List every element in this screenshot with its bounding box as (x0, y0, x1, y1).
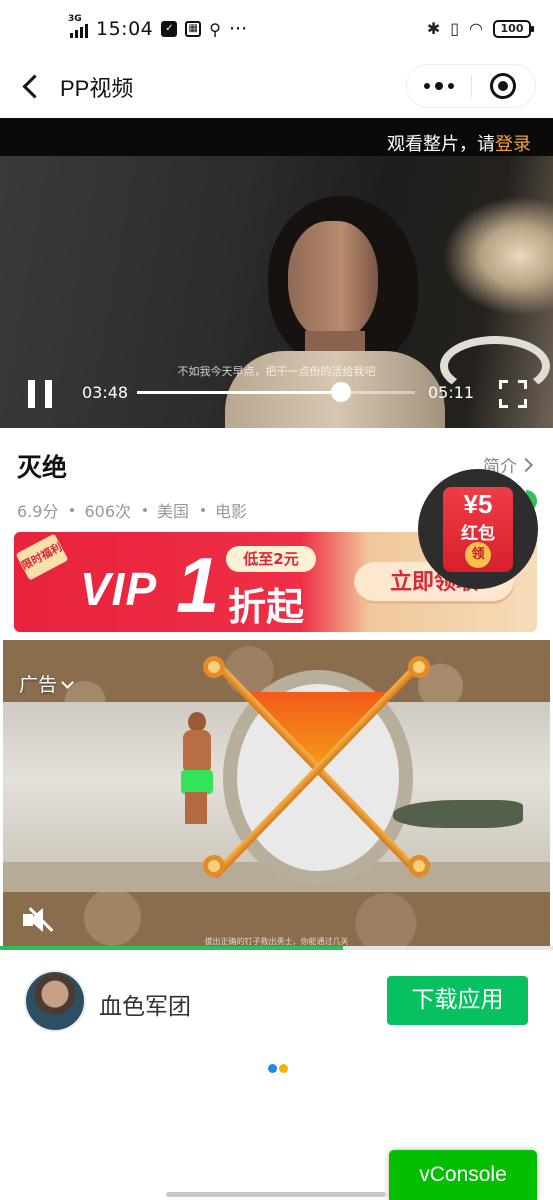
ad-label[interactable]: 广告 (19, 670, 72, 697)
red-packet-amount: ¥5 (463, 489, 493, 519)
status-bar: 3G 15:04 ✓ ▦ ⚲ ··· ✱ ▯ ◠ 100 (0, 0, 553, 60)
rating: 6.9分 (17, 502, 59, 521)
login-link[interactable]: 登录 (495, 134, 531, 155)
more-notifications-icon: ··· (228, 18, 248, 40)
wifi-icon: ◠ (469, 19, 483, 38)
pin-ring-icon (408, 656, 430, 678)
red-packet-label: 红包 (461, 524, 495, 544)
progress-slider[interactable] (137, 382, 415, 402)
pin-ring-icon (408, 855, 430, 877)
red-envelope-icon: ¥5 红包 领 (443, 487, 513, 572)
pause-icon[interactable] (28, 380, 52, 408)
current-time: 03:48 (82, 383, 129, 402)
vibrate-icon: ▯ (450, 19, 460, 38)
pin-ring-icon (203, 656, 225, 678)
vip-price-badge: 低至2元 (226, 546, 316, 572)
signal-icon: 3G (68, 14, 88, 38)
region: 美国 (157, 502, 190, 521)
vip-discount-number: 1 (176, 541, 220, 629)
download-app-button[interactable]: 下载应用 (387, 976, 528, 1025)
ad-progress-fill (0, 946, 343, 950)
page-title: PP视频 (60, 76, 134, 101)
avatar[interactable] (24, 970, 86, 1032)
login-hint: 观看整片，请登录 (387, 130, 531, 156)
notification-icon: ▦ (185, 21, 202, 37)
pin-ring-icon (203, 855, 225, 877)
back-icon[interactable] (18, 72, 46, 100)
player-controls: 03:48 05:11 (0, 370, 553, 428)
category: 电影 (215, 502, 248, 521)
advertiser-row: 血色军团 下载应用 (0, 952, 553, 1052)
bluetooth-icon: ✱ (426, 19, 441, 38)
nav-bar: PP视频 (0, 60, 553, 118)
usb-icon: ⚲ (209, 19, 221, 39)
loading-indicator (268, 1064, 288, 1073)
movie-title: 灭绝 (17, 453, 68, 482)
login-hint-text: 观看整片，请 (387, 134, 495, 155)
duration: 05:11 (428, 383, 475, 402)
vip-label: VIP (80, 563, 158, 615)
limited-time-tag: 限时福利 (15, 533, 69, 581)
status-time: 15:04 (96, 18, 154, 40)
checklist-icon: ✓ (161, 21, 178, 37)
ad-video[interactable]: 广告 拔出正确的钉子救出勇士，你能通过几关 (3, 640, 550, 948)
fullscreen-icon[interactable] (499, 380, 527, 408)
miniprogram-capsule (407, 65, 535, 107)
play-count: 606次 (84, 502, 131, 521)
more-icon[interactable] (407, 65, 471, 107)
crocodile-character (393, 800, 523, 828)
progress-knob[interactable] (330, 382, 351, 402)
advertiser-name[interactable]: 血色军团 (99, 987, 191, 1021)
red-packet-claim: 领 (465, 542, 491, 568)
battery-icon: 100 (493, 19, 534, 38)
hero-character (179, 712, 213, 824)
ad-progress-bar (0, 946, 553, 950)
red-packet-button[interactable]: ¥5 红包 领 (418, 469, 538, 589)
mute-icon[interactable] (23, 906, 55, 934)
home-indicator[interactable] (166, 1192, 386, 1197)
close-miniprogram-icon[interactable] (472, 65, 536, 107)
vip-suffix: 折起 (228, 585, 305, 629)
vconsole-button[interactable]: vConsole (389, 1150, 537, 1200)
progress-fill (137, 391, 341, 394)
network-type: 3G (68, 14, 82, 24)
video-player[interactable]: 观看整片，请登录 不如我今天早点，把干一点份的活给我吧 03:48 05:11 (0, 118, 553, 428)
movie-meta: 6.9分 606次 美国 电影 (17, 498, 247, 522)
